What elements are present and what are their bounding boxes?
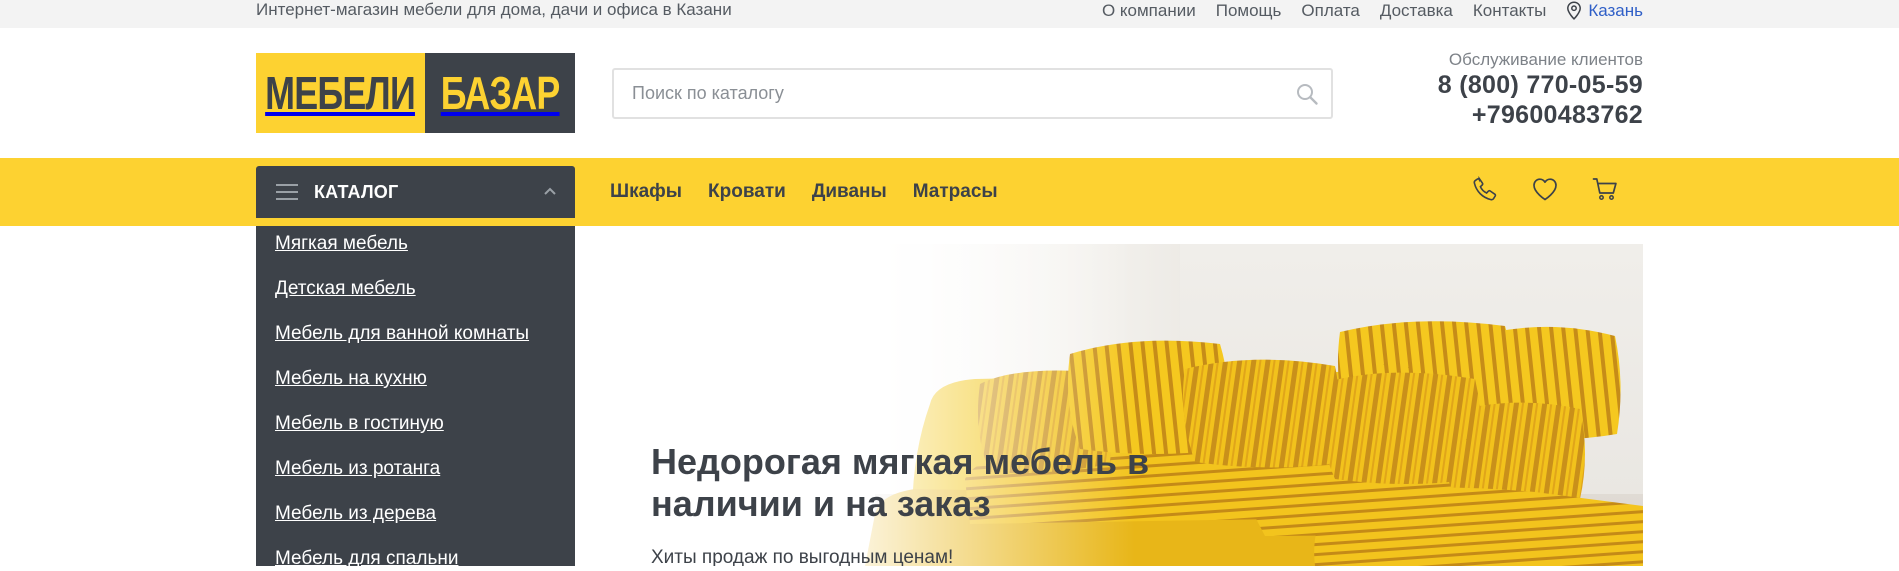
catalog-item-bedroom-furniture[interactable]: Мебель для спальни: [275, 547, 458, 571]
logo-right-block: БАЗАР: [425, 53, 575, 133]
catalog-item-soft-furniture[interactable]: Мягкая мебель: [275, 232, 408, 256]
heart-icon[interactable]: [1530, 174, 1560, 204]
search-icon[interactable]: [1295, 82, 1319, 106]
location-pin-icon: [1567, 0, 1582, 20]
top-link-payment[interactable]: Оплата: [1301, 1, 1359, 20]
phone-number-secondary[interactable]: +79600483762: [1438, 100, 1643, 130]
category-nav: Шкафы Кровати Диваны Матрасы: [610, 158, 1024, 226]
top-nav: О компании Помощь Оплата Доставка Контак…: [1082, 0, 1643, 20]
main-nav-bar: КАТАЛОГ Шкафы Кровати Диваны Матрасы: [0, 158, 1899, 226]
header-contacts: Обслуживание клиентов 8 (800) 770-05-59 …: [1438, 50, 1643, 130]
nav-link-mattresses[interactable]: Матрасы: [913, 181, 998, 203]
search-input[interactable]: [632, 70, 1272, 117]
hero-banner[interactable]: Недорогая мягкая мебель в наличии и на з…: [575, 244, 1643, 566]
logo-left-block: МЕБЕЛИ: [256, 53, 425, 133]
catalog-button-label: КАТАЛОГ: [314, 181, 399, 202]
top-link-help[interactable]: Помощь: [1216, 1, 1282, 20]
nav-link-beds[interactable]: Кровати: [708, 181, 786, 203]
catalog-item-kitchen-furniture[interactable]: Мебель на кухню: [275, 367, 427, 391]
catalog-item-rattan-furniture[interactable]: Мебель из ротанга: [275, 457, 440, 481]
top-link-about[interactable]: О компании: [1102, 1, 1196, 20]
site-header: МЕБЕЛИ БАЗАР Обслуживание клиентов 8 (80…: [0, 28, 1899, 158]
cart-icon[interactable]: [1590, 174, 1620, 204]
nav-link-wardrobes[interactable]: Шкафы: [610, 181, 682, 203]
nav-link-sofas[interactable]: Диваны: [812, 181, 887, 203]
customer-service-label: Обслуживание клиентов: [1448, 50, 1643, 69]
top-link-delivery[interactable]: Доставка: [1380, 1, 1453, 20]
phone-number-primary[interactable]: 8 (800) 770-05-59: [1438, 70, 1643, 100]
logo-left-text: МЕБЕЛИ: [265, 67, 417, 119]
phone-icon[interactable]: [1470, 174, 1500, 204]
catalog-item-wood-furniture[interactable]: Мебель из дерева: [275, 502, 436, 526]
search-box: [612, 68, 1333, 119]
top-link-contacts[interactable]: Контакты: [1473, 1, 1546, 20]
city-selector[interactable]: Казань: [1566, 1, 1643, 20]
city-name[interactable]: Казань: [1588, 1, 1643, 20]
logo-right-text: БАЗАР: [440, 67, 561, 119]
hero-title: Недорогая мягкая мебель в наличии и на з…: [651, 441, 1150, 524]
menu-icon: [276, 184, 298, 200]
catalog-item-living-room-furniture[interactable]: Мебель в гостиную: [275, 412, 444, 436]
chevron-up-icon: [544, 187, 556, 195]
store-tagline: Интернет-магазин мебели для дома, дачи и…: [256, 0, 732, 19]
catalog-dropdown: Мягкая мебель Детская мебель Мебель для …: [256, 226, 575, 569]
top-info-bar: Интернет-магазин мебели для дома, дачи и…: [0, 0, 1899, 28]
catalog-item-bathroom-furniture[interactable]: Мебель для ванной комнаты: [275, 322, 529, 346]
catalog-item-kids-furniture[interactable]: Детская мебель: [275, 277, 416, 301]
site-logo[interactable]: МЕБЕЛИ БАЗАР: [256, 53, 575, 133]
catalog-button[interactable]: КАТАЛОГ: [256, 166, 575, 218]
nav-action-icons: [1470, 174, 1620, 204]
hero-subtitle: Хиты продаж по выгодным ценам!: [651, 547, 954, 566]
